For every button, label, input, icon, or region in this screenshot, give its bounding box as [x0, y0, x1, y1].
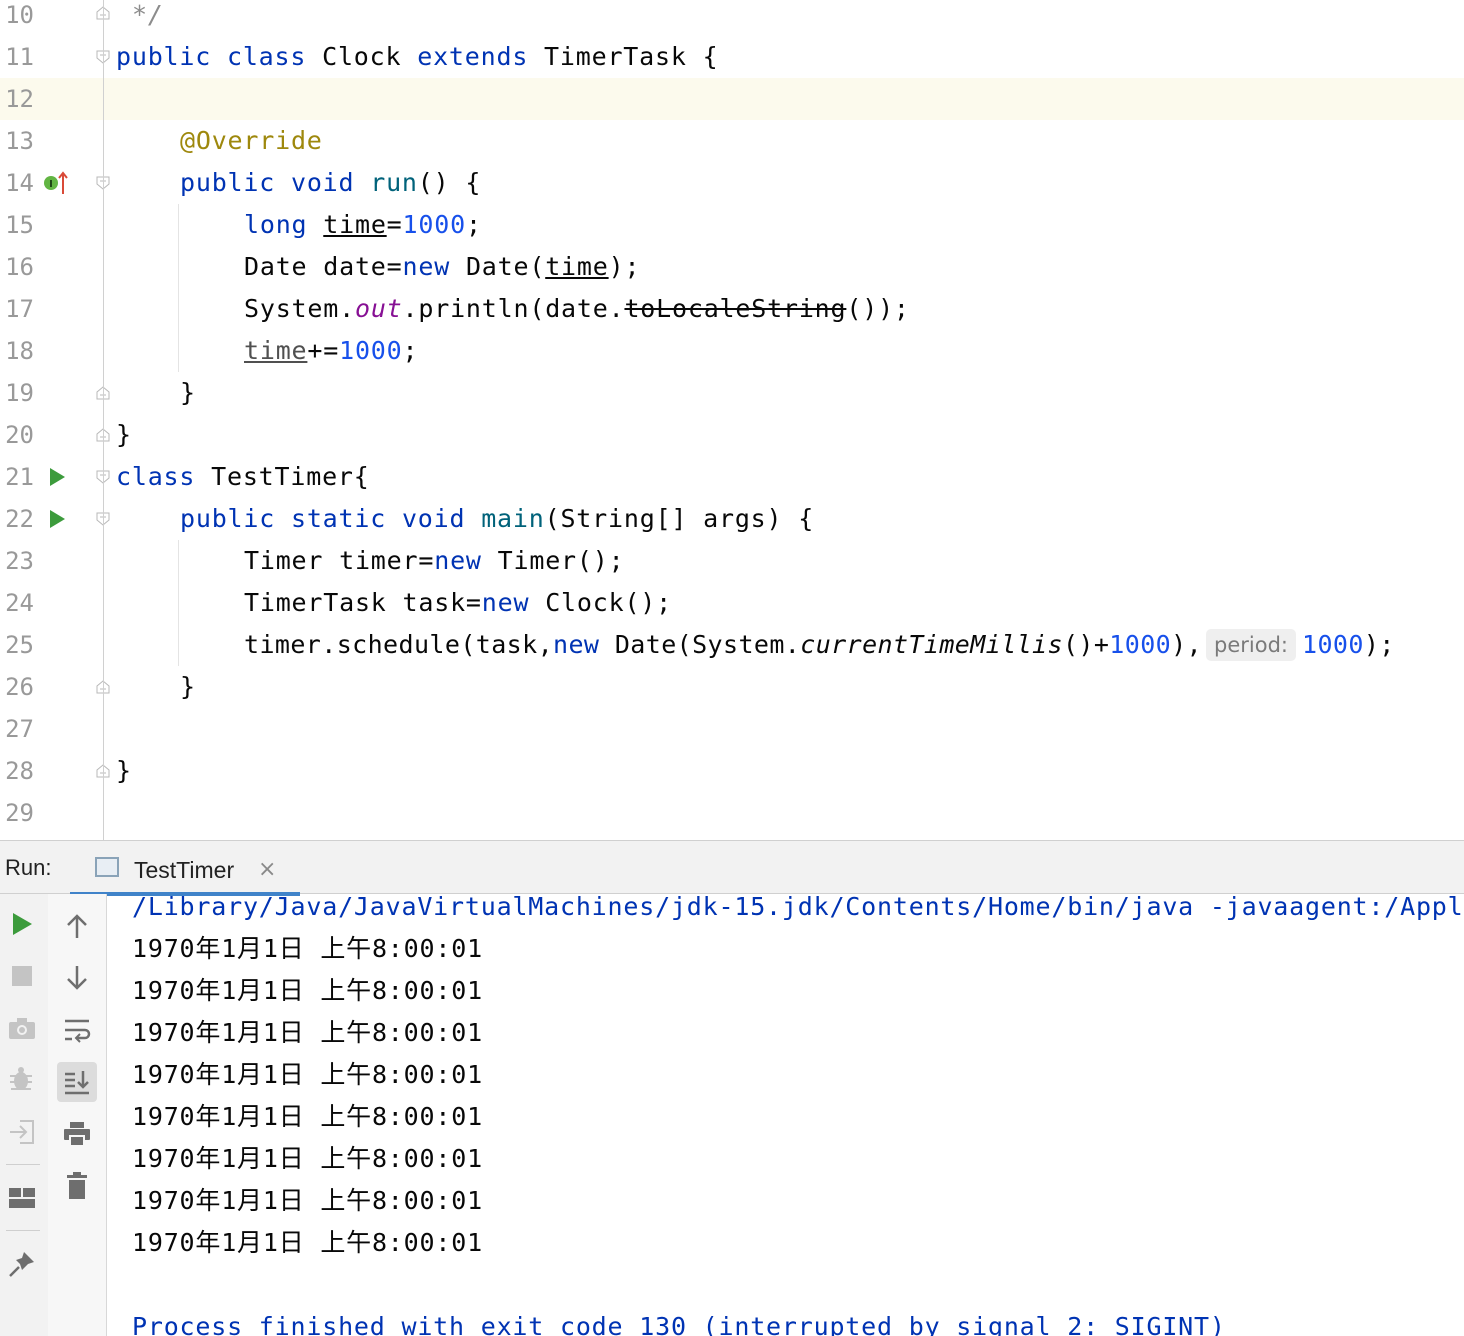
exit-icon[interactable]	[2, 1112, 42, 1152]
debug-icon[interactable]	[2, 1060, 42, 1100]
console-output[interactable]: /Library/Java/JavaVirtualMachines/jdk-15…	[132, 894, 1464, 1336]
soft-wrap-icon[interactable]	[57, 1010, 97, 1050]
line-number: 23	[5, 547, 34, 575]
run-panel-header: Run: TestTimer ×	[0, 840, 1464, 896]
line-number: 24	[5, 589, 34, 617]
code-line-21: class TestTimer{	[116, 462, 370, 491]
toolbar-separator	[6, 1164, 40, 1165]
line-number: 17	[5, 295, 34, 323]
line-number: 28	[5, 757, 34, 785]
code-line-15: long time=1000;	[244, 210, 482, 239]
console-command-line: /Library/Java/JavaVirtualMachines/jdk-15…	[132, 894, 1464, 921]
console-output-line: 1970年1月1日 上午8:00:01	[132, 976, 483, 1005]
camera-icon[interactable]	[2, 1008, 42, 1048]
scroll-down-icon[interactable]	[57, 958, 97, 998]
line-number: 15	[5, 211, 34, 239]
console-output-line: 1970年1月1日 上午8:00:01	[132, 1228, 483, 1257]
toolbar-separator	[6, 1230, 40, 1231]
line-number: 16	[5, 253, 34, 281]
code-line-24: TimerTask task=new Clock();	[244, 588, 673, 617]
indent-guide	[178, 540, 179, 666]
console-output-line: 1970年1月1日 上午8:00:01	[132, 1186, 483, 1215]
run-main-icon[interactable]	[50, 510, 65, 528]
code-line-11: public class Clock extends TimerTask {	[116, 42, 719, 71]
code-line-17: System.out.println(date.toLocaleString()…	[244, 294, 910, 323]
scroll-to-end-icon[interactable]	[57, 1062, 97, 1102]
line-number: 12	[5, 85, 34, 113]
trash-icon[interactable]	[57, 1166, 97, 1206]
run-toolbar-left	[0, 894, 49, 1336]
line-number: 19	[5, 379, 34, 407]
scroll-up-icon[interactable]	[57, 906, 97, 946]
parameter-hint: period:	[1206, 629, 1296, 661]
pin-icon[interactable]	[2, 1244, 42, 1284]
code-line-28: }	[116, 756, 132, 785]
code-line-22: public static void main(String[] args) {	[180, 504, 815, 533]
code-line-16: Date date=new Date(time);	[244, 252, 641, 281]
console-tab-icon	[95, 857, 119, 877]
stop-icon[interactable]	[2, 956, 42, 996]
code-line-23: Timer timer=new Timer();	[244, 546, 625, 575]
code-line-20: }	[116, 420, 132, 449]
run-toolbar-right	[48, 894, 107, 1336]
run-label: Run:	[5, 855, 52, 880]
print-icon[interactable]	[57, 1114, 97, 1154]
run-class-icon[interactable]	[50, 468, 65, 486]
gutter-separator	[103, 0, 104, 840]
code-line-26: }	[180, 672, 196, 701]
line-number: 10	[5, 1, 34, 29]
line-number: 13	[5, 127, 34, 155]
line-number: 11	[5, 43, 34, 71]
editor-gutter: 10 11 12 13 14 15 16 17 18 19 20 21 22 2…	[0, 0, 110, 840]
line-number: 26	[5, 673, 34, 701]
code-line-14: public void run() {	[180, 168, 482, 197]
console-output-line: 1970年1月1日 上午8:00:01	[132, 1018, 483, 1047]
svg-text:I: I	[49, 179, 53, 190]
rerun-icon[interactable]	[2, 904, 42, 944]
line-number: 14	[5, 169, 34, 197]
console-output-line: 1970年1月1日 上午8:00:01	[132, 1060, 483, 1089]
code-line-19: }	[180, 378, 196, 407]
code-line-10: */	[132, 0, 164, 29]
close-icon[interactable]: ×	[258, 841, 276, 899]
indent-guide	[178, 204, 179, 372]
layout-icon[interactable]	[2, 1178, 42, 1218]
implements-method-icon[interactable]: I	[42, 170, 70, 196]
line-number: 20	[5, 421, 34, 449]
code-editor[interactable]: 10 11 12 13 14 15 16 17 18 19 20 21 22 2…	[0, 0, 1464, 840]
console-exit-message: Process finished with exit code 130 (int…	[132, 1312, 1226, 1336]
console-output-line: 1970年1月1日 上午8:00:01	[132, 934, 483, 963]
code-line-18: time+=1000;	[244, 336, 419, 365]
code-line-13: @Override	[180, 126, 323, 155]
code-line-25: timer.schedule(task,new Date(System.curr…	[244, 629, 1395, 661]
current-line-highlight	[104, 78, 1464, 120]
line-number: 29	[5, 799, 34, 827]
line-number: 18	[5, 337, 34, 365]
line-number: 25	[5, 631, 34, 659]
line-number: 21	[5, 463, 34, 491]
run-tab-testtimer[interactable]: TestTimer ×	[70, 841, 300, 896]
console-output-line: 1970年1月1日 上午8:00:01	[132, 1102, 483, 1131]
run-tool-window: Run: TestTimer × /Library/Java/JavaVirtu…	[0, 840, 1464, 1336]
run-tab-label: TestTimer	[134, 857, 235, 883]
line-number: 22	[5, 505, 34, 533]
line-number: 27	[5, 715, 34, 743]
console-output-line: 1970年1月1日 上午8:00:01	[132, 1144, 483, 1173]
